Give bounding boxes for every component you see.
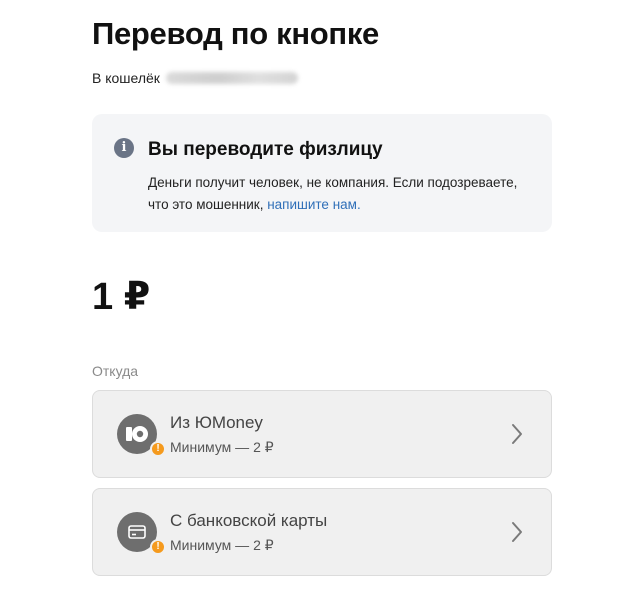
transfer-page: Перевод по кнопке В кошелёк i Вы перевод… (0, 0, 623, 597)
notice-heading: Вы переводите физлицу (148, 139, 383, 160)
chevron-right-icon (512, 424, 522, 444)
warning-badge-icon: ! (150, 539, 166, 555)
source-name: С банковской карты (170, 511, 328, 530)
notice-body: Деньги получит человек, не компания. Есл… (148, 172, 528, 216)
transfer-amount: 1 ₽ (92, 276, 151, 318)
page-title: Перевод по кнопке (92, 16, 379, 51)
source-option-yoomoney[interactable]: ! Из ЮMoney Минимум — 2 ₽ (92, 390, 552, 478)
recipient-line: В кошелёк (92, 70, 298, 86)
source-section-label: Откуда (92, 363, 139, 379)
source-minimum: Минимум — 2 ₽ (170, 439, 274, 455)
source-option-bank-card[interactable]: ! С банковской карты Минимум — 2 ₽ (92, 488, 552, 576)
source-minimum: Минимум — 2 ₽ (170, 537, 274, 553)
chevron-right-icon (512, 522, 522, 542)
recipient-label: В кошелёк (92, 70, 160, 86)
individual-recipient-notice: i Вы переводите физлицу Деньги получит ч… (92, 114, 552, 232)
warning-badge-icon: ! (150, 441, 166, 457)
source-name: Из ЮMoney (170, 413, 263, 432)
recipient-wallet-blurred (165, 72, 298, 84)
info-icon: i (114, 138, 134, 158)
contact-us-link[interactable]: напишите нам. (267, 197, 360, 212)
